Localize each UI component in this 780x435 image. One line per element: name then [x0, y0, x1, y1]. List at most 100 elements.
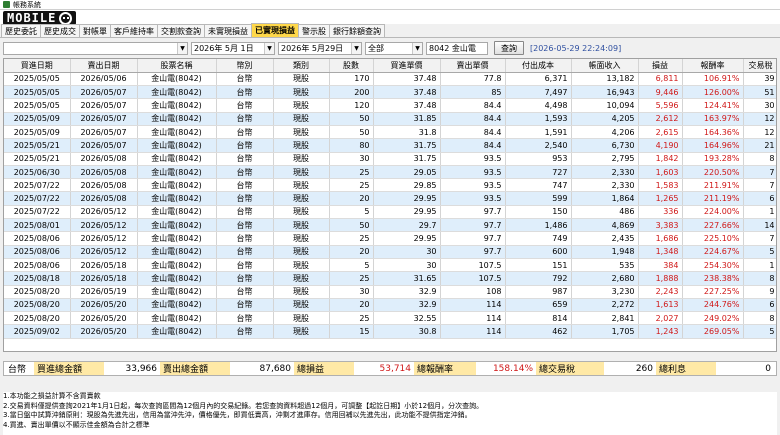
- column-header[interactable]: 類別: [273, 59, 330, 73]
- table-cell: 金山電(8042): [137, 258, 217, 273]
- table-row[interactable]: 2025/05/09 2026/05/07 金山電(8042) 台幣 現股 50 31.8 8…: [4, 125, 776, 140]
- table-row[interactable]: 2025/05/05 2026/05/06 金山電(8042) 台幣 現股 170 37.4…: [4, 72, 776, 87]
- tab-2[interactable]: 對帳單: [79, 24, 111, 37]
- table-cell: 2,272: [571, 298, 639, 313]
- table-cell: 6,371: [505, 72, 572, 87]
- column-header[interactable]: 損益: [638, 59, 683, 73]
- table-cell: 台幣: [216, 191, 274, 206]
- total-interest-label: 總利息: [656, 362, 716, 375]
- table-row[interactable]: 2025/05/05 2026/05/07 金山電(8042) 台幣 現股 200 37.4…: [4, 85, 776, 100]
- column-header[interactable]: 帳面收入: [571, 59, 639, 73]
- table-row[interactable]: 2025/07/22 2026/05/08 金山電(8042) 台幣 現股 25 29.85…: [4, 178, 776, 193]
- table-row[interactable]: 2025/05/09 2026/05/07 金山電(8042) 台幣 現股 50 31.85…: [4, 112, 776, 126]
- column-header[interactable]: 股數: [329, 59, 374, 73]
- query-button[interactable]: 查詢: [494, 41, 524, 55]
- table-row[interactable]: 2025/08/20 2026/05/20 金山電(8042) 台幣 現股 20 32.9 1…: [4, 298, 776, 313]
- total-pnl-value: 53,714: [379, 363, 412, 374]
- table-cell: 2026/05/20: [70, 311, 138, 326]
- market-filter-select[interactable]: 全部 ▼: [365, 41, 423, 55]
- table-cell: 2026/05/07: [70, 138, 138, 153]
- table-cell: 現股: [273, 285, 330, 299]
- table-cell: 20: [329, 191, 374, 206]
- table-cell: 2025/05/09: [4, 125, 71, 140]
- table-cell: 2025/07/22: [4, 205, 71, 220]
- table-cell: 14: [743, 218, 776, 233]
- table-cell: 1,864: [571, 191, 639, 206]
- table-row[interactable]: 2025/09/02 2026/05/20 金山電(8042) 台幣 現股 15 30.8 1…: [4, 324, 776, 339]
- table-cell: 2025/09/02: [4, 324, 71, 339]
- total-interest-value: 0: [765, 363, 771, 374]
- stock-filter-input[interactable]: 8042 金山電: [426, 41, 488, 55]
- tab-8[interactable]: 銀行餘額查詢: [329, 24, 385, 37]
- table-cell: 80: [329, 138, 374, 153]
- table-cell: 163.97%: [682, 112, 744, 126]
- table-row[interactable]: 2025/05/05 2026/05/07 金山電(8042) 台幣 現股 120 37.4…: [4, 98, 776, 113]
- realized-pnl-grid[interactable]: 買進日期 賣出日期 股票名稱 幣別 類別 股數 買進單價 賣出單價 付出成本 帳面收入 損益 報酬率交…: [3, 58, 777, 352]
- table-cell: 16,943: [571, 85, 639, 100]
- table-cell: 37.48: [373, 85, 441, 100]
- table-cell: 792: [505, 271, 572, 286]
- tab-0[interactable]: 歷史委託: [1, 24, 41, 37]
- table-row[interactable]: 2025/05/21 2026/05/07 金山電(8042) 台幣 現股 80 31.75…: [4, 138, 776, 153]
- table-row[interactable]: 2025/05/21 2026/05/08 金山電(8042) 台幣 現股 30 31.75…: [4, 152, 776, 166]
- table-row[interactable]: 2025/07/22 2026/05/12 金山電(8042) 台幣 現股 5 29.95 9…: [4, 205, 776, 220]
- table-cell: 37.48: [373, 72, 441, 87]
- table-cell: 9,446: [638, 85, 683, 100]
- table-cell: 249.02%: [682, 311, 744, 326]
- table-cell: 金山電(8042): [137, 178, 217, 193]
- table-cell: 29.7: [373, 218, 441, 233]
- tab-1[interactable]: 歷史成交: [40, 24, 80, 37]
- tab-bar: 歷史委託 歷史成交 對帳單 客戶維持率 交割款查詢 未實現損益 已實現損益 警示股 銀行餘額查詢: [0, 23, 780, 38]
- table-row[interactable]: 2025/06/30 2026/05/08 金山電(8042) 台幣 現股 25 29.05…: [4, 165, 776, 180]
- table-row[interactable]: 2025/07/22 2026/05/08 金山電(8042) 台幣 現股 20 29.95…: [4, 191, 776, 206]
- column-header[interactable]: 幣別: [216, 59, 274, 73]
- table-cell: 10,094: [571, 98, 639, 113]
- table-cell: 749: [505, 231, 572, 246]
- column-header[interactable]: 買進單價: [373, 59, 441, 73]
- table-cell: 31.75: [373, 152, 441, 166]
- table-row[interactable]: 2025/08/20 2026/05/19 金山電(8042) 台幣 現股 30 32.9 1…: [4, 285, 776, 299]
- table-cell: 1: [743, 205, 776, 220]
- table-cell: 3,383: [638, 218, 683, 233]
- table-row[interactable]: 2025/08/18 2026/05/18 金山電(8042) 台幣 現股 25 31.65…: [4, 271, 776, 286]
- table-cell: 台幣: [216, 72, 274, 87]
- table-cell: 29.95: [373, 231, 441, 246]
- column-header[interactable]: 報酬率: [682, 59, 744, 73]
- column-header[interactable]: 交易稅: [743, 59, 776, 73]
- column-header[interactable]: 賣出日期: [70, 59, 138, 73]
- table-cell: 6: [743, 298, 776, 313]
- column-header[interactable]: 買進日期: [4, 59, 71, 73]
- column-header[interactable]: 付出成本: [505, 59, 572, 73]
- table-cell: 台幣: [216, 285, 274, 299]
- table-cell: 170: [329, 72, 374, 87]
- table-row[interactable]: 2025/08/01 2026/05/12 金山電(8042) 台幣 現股 50 29.7 9…: [4, 218, 776, 233]
- tab-4[interactable]: 交割款查詢: [157, 24, 205, 37]
- column-header[interactable]: 股票名稱: [137, 59, 217, 73]
- table-row[interactable]: 2025/08/06 2026/05/12 金山電(8042) 台幣 現股 20 30 97.…: [4, 245, 776, 259]
- tab-6[interactable]: 已實現損益: [251, 23, 299, 37]
- tab-7[interactable]: 警示股: [298, 24, 330, 37]
- app-icon: [3, 1, 10, 8]
- tab-3[interactable]: 客戶維持率: [110, 24, 158, 37]
- table-row[interactable]: 2025/08/06 2026/05/12 金山電(8042) 台幣 現股 25 29.95…: [4, 231, 776, 246]
- tab-5[interactable]: 未實現損益: [204, 24, 252, 37]
- start-date-picker[interactable]: 2026年 5月 1日 ▼: [191, 41, 275, 55]
- table-header-row: 買進日期 賣出日期 股票名稱 幣別 類別 股數 買進單價 賣出單價 付出成本 帳面收入 損益 報酬率交…: [4, 59, 776, 73]
- account-select[interactable]: ▼: [3, 41, 188, 55]
- note-line: 1.本功能之損益計算不含買賣款: [3, 392, 101, 400]
- table-cell: 2025/05/05: [4, 98, 71, 113]
- start-date-value: 2026年 5月 1日: [194, 43, 254, 53]
- table-cell: 114: [440, 311, 506, 326]
- chevron-down-icon: ▼: [412, 42, 422, 54]
- table-cell: 254.30%: [682, 258, 744, 273]
- table-row[interactable]: 2025/08/20 2026/05/20 金山電(8042) 台幣 現股 25 32.55…: [4, 311, 776, 326]
- table-row[interactable]: 2025/08/06 2026/05/18 金山電(8042) 台幣 現股 5 30 107.…: [4, 258, 776, 273]
- column-header[interactable]: 賣出單價: [440, 59, 506, 73]
- table-cell: 31.8: [373, 125, 441, 140]
- end-date-picker[interactable]: 2026年 5月29日 ▼: [278, 41, 362, 55]
- table-cell: 32.9: [373, 285, 441, 299]
- table-cell: 2025/08/06: [4, 258, 71, 273]
- table-cell: 4,206: [571, 125, 639, 140]
- table-cell: 269.05%: [682, 324, 744, 339]
- table-cell: 1,888: [638, 271, 683, 286]
